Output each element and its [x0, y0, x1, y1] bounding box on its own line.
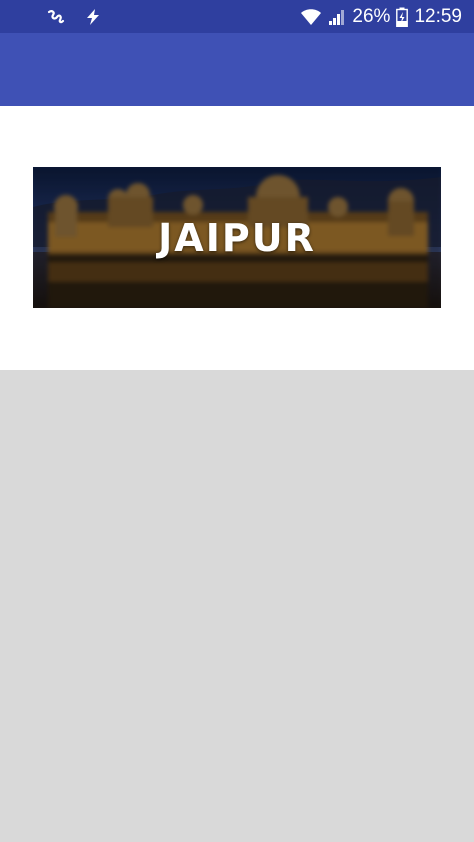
status-bar-right: 26% 12:59 — [300, 7, 474, 27]
wifi-icon — [300, 8, 322, 26]
content-area: JAIPUR — [0, 106, 474, 370]
empty-list-area — [0, 370, 474, 842]
flash-icon — [84, 8, 102, 26]
clock: 12:59 — [414, 6, 462, 27]
battery-charging-icon — [396, 7, 409, 27]
notification-squiggle-icon — [46, 8, 66, 26]
status-bar-left — [0, 8, 102, 26]
signal-icon — [328, 8, 346, 26]
app-bar — [0, 33, 474, 106]
status-bar: 26% 12:59 — [0, 0, 474, 33]
battery-percent: 26% — [352, 6, 391, 27]
city-banner[interactable]: JAIPUR — [33, 167, 441, 308]
banner-title: JAIPUR — [158, 215, 316, 260]
